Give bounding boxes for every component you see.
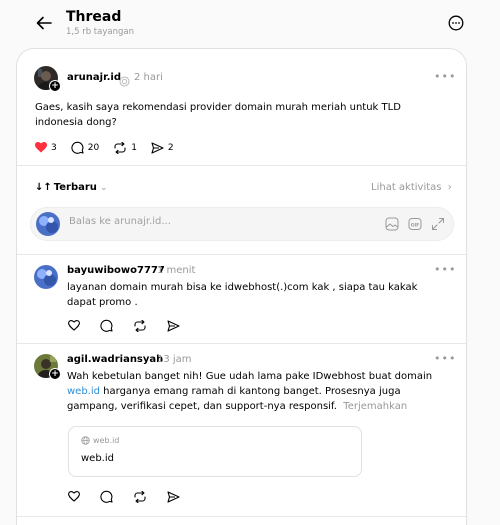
verified-icon — [119, 72, 130, 91]
translate-link[interactable]: Terjemahkan — [343, 401, 407, 412]
view-activity-link[interactable]: Lihat aktivitas › — [371, 182, 452, 193]
title-block: Thread 1,5 rb tayangan — [66, 9, 134, 38]
share-count: 2 — [167, 142, 174, 153]
heart-icon — [68, 320, 80, 331]
comment-actions — [68, 319, 194, 332]
send-icon — [167, 319, 180, 332]
link-preview-domain: web.id — [81, 436, 119, 445]
reply-input[interactable] — [69, 216, 319, 227]
divider — [17, 254, 466, 255]
comment-text-part: Wah kebetulan banget nih! Gue udah lama … — [67, 371, 433, 382]
comment-author[interactable]: agil.wadriansyah — [67, 354, 163, 365]
comment-text: Wah kebetulan banget nih! Gue udah lama … — [67, 369, 452, 414]
expand-icon[interactable] — [431, 217, 445, 231]
back-button[interactable] — [33, 12, 55, 34]
divider — [17, 343, 466, 344]
like-button[interactable] — [68, 320, 80, 331]
comment-text: layanan domain murah bisa ke idwebhost(.… — [67, 282, 418, 308]
arrow-left-icon — [36, 16, 52, 30]
comment-icon — [100, 319, 113, 332]
repost-icon — [134, 490, 146, 503]
divider — [17, 165, 466, 166]
view-activity-label: Lihat aktivitas — [371, 182, 442, 193]
share-button[interactable] — [167, 319, 180, 332]
repost-button[interactable] — [133, 490, 147, 503]
repost-count: 1 — [131, 142, 137, 153]
comment-more-button[interactable]: ••• — [434, 263, 456, 276]
comment-button[interactable]: 20 — [71, 141, 99, 154]
reply-tools: GIF — [385, 217, 445, 231]
share-button[interactable]: 2 — [151, 141, 174, 154]
like-button[interactable] — [68, 491, 80, 502]
avatar[interactable] — [34, 265, 58, 289]
sort-dropdown[interactable]: ↓↑ Terbaru ⌄ — [35, 182, 107, 193]
chevron-right-icon: › — [447, 182, 452, 193]
thread-card: + arunajr.id 2 hari ••• Gaes, kasih saya… — [16, 48, 467, 525]
repost-icon — [134, 319, 146, 332]
domain-link[interactable]: web.id — [67, 386, 100, 397]
share-button[interactable] — [167, 490, 180, 503]
comment-icon — [100, 490, 113, 503]
heart-icon — [68, 491, 80, 502]
repost-button[interactable]: 1 — [113, 141, 137, 154]
sort-label: Terbaru — [53, 182, 97, 193]
svg-text:GIF: GIF — [411, 222, 420, 228]
divider — [17, 516, 466, 517]
like-count: 3 — [51, 142, 57, 153]
sort-icon: ↓↑ — [35, 182, 52, 193]
comment-author[interactable]: bayuwibowo7777 — [67, 265, 165, 276]
globe-icon — [81, 436, 90, 445]
comment-button[interactable] — [100, 490, 113, 503]
page-title: Thread — [66, 9, 122, 25]
post-time: 2 hari — [134, 72, 163, 83]
more-circle-icon — [448, 15, 464, 31]
post-text: Gaes, kasih saya rekomendasi provider do… — [35, 102, 401, 128]
post-author[interactable]: arunajr.id — [67, 72, 121, 83]
comment-time: 1 menit — [157, 265, 196, 276]
follow-plus-icon[interactable]: + — [49, 368, 61, 380]
heart-filled-icon — [35, 142, 47, 153]
comment-actions — [68, 490, 194, 503]
my-avatar — [36, 212, 60, 236]
comment-more-button[interactable]: ••• — [434, 352, 456, 365]
comment-time: 13 jam — [157, 354, 192, 365]
repost-button[interactable] — [133, 319, 147, 332]
reply-composer: GIF — [30, 207, 454, 241]
more-options-button[interactable] — [446, 13, 466, 33]
chevron-down-icon: ⌄ — [99, 182, 108, 193]
top-bar: Thread 1,5 rb tayangan — [0, 0, 500, 48]
follow-plus-icon[interactable]: + — [49, 80, 61, 92]
link-preview-domain-text: web.id — [93, 436, 120, 445]
comment-button[interactable] — [100, 319, 113, 332]
comment-icon — [71, 141, 84, 154]
post-more-button[interactable]: ••• — [434, 70, 456, 83]
send-icon — [151, 141, 164, 154]
repost-icon — [114, 141, 126, 154]
send-icon — [167, 490, 180, 503]
image-icon[interactable] — [385, 217, 399, 231]
avatar-image — [34, 265, 58, 289]
post-actions: 3 20 1 2 — [35, 141, 188, 154]
link-preview-title: web.id — [81, 453, 114, 464]
avatar-image — [36, 212, 60, 236]
gif-icon[interactable]: GIF — [408, 217, 422, 231]
link-preview-card[interactable]: web.id web.id — [68, 426, 362, 477]
like-button[interactable]: 3 — [35, 142, 57, 153]
view-count: 1,5 rb tayangan — [66, 27, 134, 37]
comment-count: 20 — [87, 142, 100, 153]
